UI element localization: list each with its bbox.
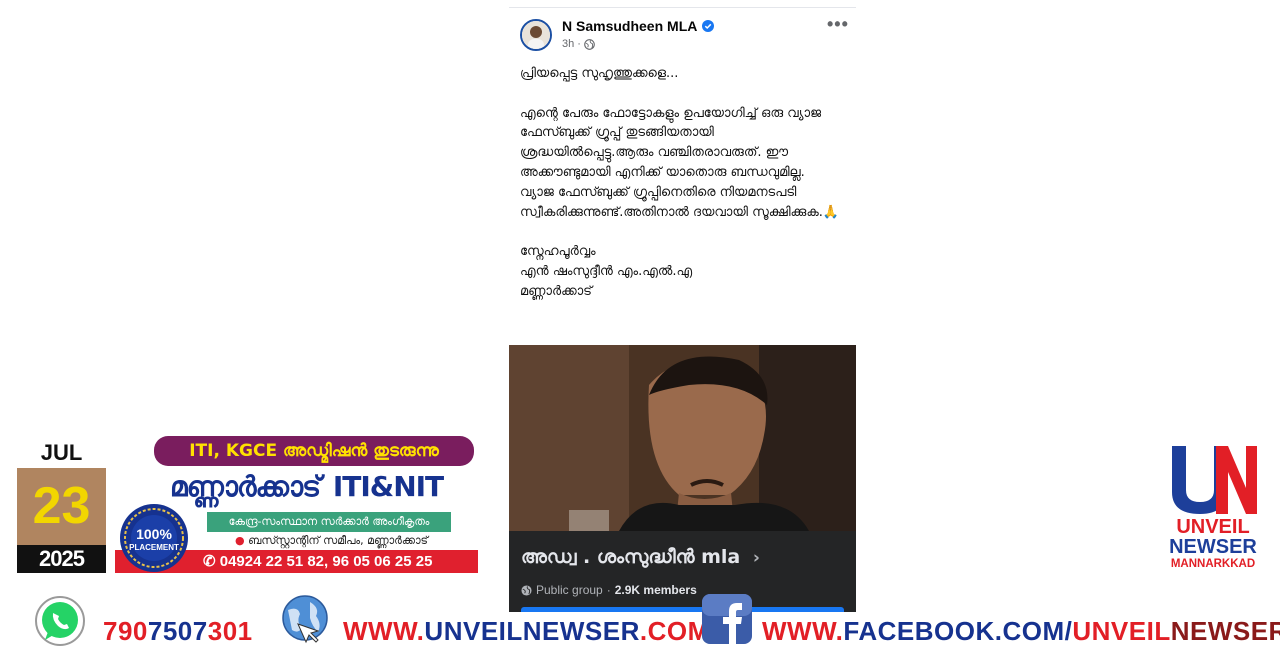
footer-contact-bar: 7907507301 WWW.UNVEILNEWSER.COM WWW.FACE… [0,590,1280,665]
iti-advertisement[interactable]: ITI, KGCE അഡ്മിഷൻ തുടരുന്നു മണ്ണാർക്കാട്… [115,436,478,573]
more-options-button[interactable]: ••• [827,14,849,35]
post-time[interactable]: 3h [562,38,574,50]
logo-line-newser: NEWSER [1169,536,1257,558]
globe-icon [584,38,595,50]
ad-title-malayalam: മണ്ണാർക്കാട് [170,470,321,503]
whatsapp-icon[interactable] [33,594,87,648]
date-day: 23 [17,468,106,545]
footer-phone[interactable]: 7907507301 [103,616,253,647]
post-body-text: പ്രിയപ്പെട്ട സുഹൃത്തുക്കളെ... എന്റെ പേരു… [520,66,840,299]
facebook-post-card: N Samsudheen MLA 3h · ••• പ്രിയപ്പെട്ട സ… [509,7,856,612]
author-name[interactable]: N Samsudheen MLA [562,18,697,34]
ad-approval-strip: കേന്ദ്ര-സംസ്ഥാന സർക്കാർ അംഗീകൃതം [207,512,451,532]
seal-percent: 100% [136,526,172,542]
chevron-right-icon: › [752,548,760,568]
phone-part-a[interactable]: 790 [103,616,148,646]
post-author[interactable]: N Samsudheen MLA [562,18,715,34]
cover-portrait-image [509,345,856,531]
globe-web-icon[interactable] [280,594,330,646]
group-name-text[interactable]: അഡ്വ . ശംസുദ്ധീൻ mla [521,546,740,568]
footer-website[interactable]: WWW.UNVEILNEWSER.COM [343,616,710,647]
web-part-c[interactable]: .COM [640,616,710,646]
phone-part-c[interactable]: 301 [208,616,253,646]
ad-title: മണ്ണാർക്കാട് ITI&NIT [170,470,444,504]
web-part-b[interactable]: UNVEILNEWSER [424,616,639,646]
date-year: 2025 [17,545,106,573]
phone-part-b[interactable]: 7507 [148,616,208,646]
unveil-newser-logo[interactable]: UNVEIL NEWSER MANNARKKAD [1166,444,1260,570]
fb-part-a[interactable]: WWW. [762,616,843,646]
fb-part-d[interactable]: NEWSER [1171,616,1280,646]
date-month: JUL [17,438,106,468]
ad-phone: ✆ 04924 22 51 82, 96 05 06 25 25 [195,550,478,573]
ad-title-english: ITI&NIT [332,470,444,503]
phone-icon: ✆ [203,553,220,570]
location-pin-icon: ● [235,534,245,547]
facebook-icon[interactable] [701,593,753,645]
meta-dot: · [577,38,581,50]
un-logo-mark-icon [1172,446,1257,514]
fb-part-c[interactable]: UNVEIL [1072,616,1170,646]
ad-phone-text: 04924 22 51 82, 96 05 06 25 25 [219,553,433,570]
ad-address: ● ബസ്സ്റ്റാന്റിന് സമീപം, മണ്ണാർക്കാട് [235,534,428,548]
avatar-portrait-icon [522,21,550,49]
post-meta: 3h · [562,38,595,50]
ad-address-text: ബസ്സ്റ്റാന്റിന് സമീപം, മണ്ണാർക്കാട് [248,534,429,547]
author-avatar[interactable] [520,19,552,51]
group-name[interactable]: അഡ്വ . ശംസുദ്ധീൻ mla › [521,546,760,568]
date-block: JUL 23 2025 [17,438,106,573]
placement-seal: 100% PLACEMENT [115,502,193,573]
fb-part-b[interactable]: FACEBOOK.COM/ [843,616,1072,646]
web-part-a[interactable]: WWW. [343,616,424,646]
seal-label: PLACEMENT [129,543,179,552]
shared-group-preview[interactable]: അഡ്വ . ശംസുദ്ധീൻ mla › Public group · 2.… [509,345,856,612]
logo-line-mannarkkad: MANNARKKAD [1170,558,1256,570]
verified-badge-icon [702,20,715,32]
footer-facebook[interactable]: WWW.FACEBOOK.COM/UNVEILNEWSER [762,616,1280,647]
group-cover-photo[interactable] [509,345,856,531]
ad-admission-banner: ITI, KGCE അഡ്മിഷൻ തുടരുന്നു [154,436,474,466]
